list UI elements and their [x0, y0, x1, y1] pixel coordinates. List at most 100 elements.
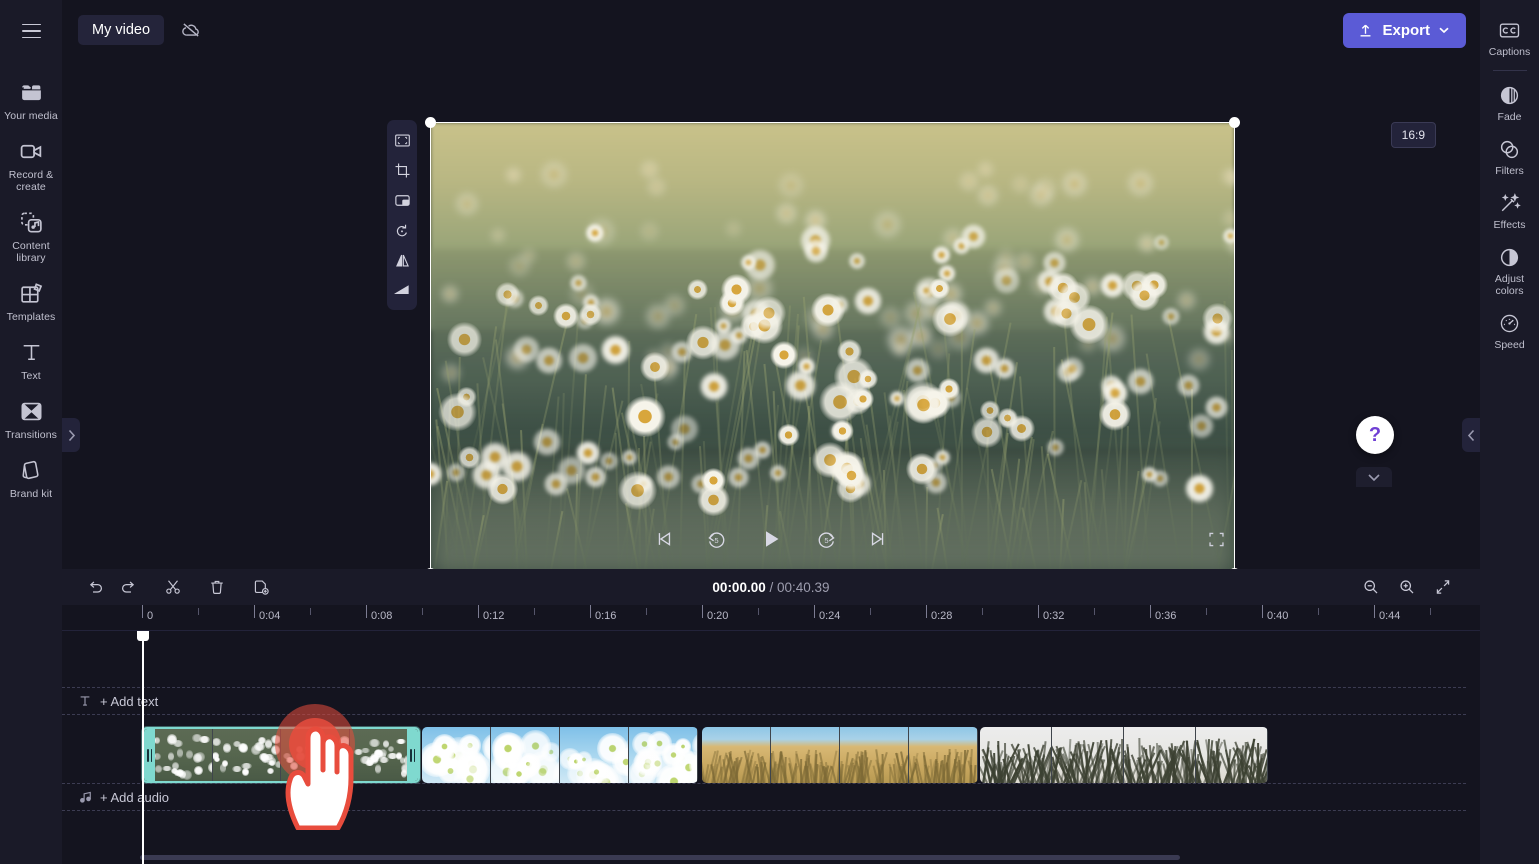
fullscreen-icon[interactable] [1200, 523, 1232, 555]
help-button[interactable]: ? [1356, 416, 1394, 454]
sidebar-item-captions[interactable]: Captions [1480, 10, 1539, 64]
ruler-label: 0:04 [254, 610, 280, 622]
svg-text:5: 5 [714, 535, 718, 544]
sidebar-item-record-create[interactable]: Record & create [0, 129, 62, 200]
left-panel-expand-button[interactable] [62, 418, 80, 452]
sidebar-item-label: Text [21, 370, 41, 382]
clip-thumbnail [213, 729, 282, 781]
fit-timeline-icon[interactable] [1428, 573, 1458, 601]
video-preview[interactable] [430, 122, 1235, 569]
project-name-field[interactable]: My video [78, 15, 164, 45]
crop-icon[interactable] [390, 158, 414, 182]
clip-thumbnail [281, 729, 350, 781]
sidebar-item-transitions[interactable]: Transitions [0, 389, 62, 448]
panel-collapse-button[interactable] [1356, 467, 1392, 487]
rewind-5s-icon[interactable]: 5 [700, 523, 732, 555]
left-sidebar: Your media Record & create Content libra… [0, 0, 62, 864]
music-note-icon [78, 790, 92, 804]
sidebar-item-adjust-colors[interactable]: Adjust colors [1480, 237, 1539, 303]
clip-trim-handle-left[interactable] [144, 729, 155, 781]
ruler-minor-tick [870, 608, 871, 615]
clip-trim-handle-right[interactable] [407, 729, 418, 781]
clip-thumbnail [560, 727, 629, 783]
sidebar-item-label: Speed [1494, 339, 1524, 351]
svg-text:5: 5 [824, 535, 828, 544]
clip-thumbnail [771, 727, 840, 783]
play-icon[interactable] [752, 520, 790, 558]
sidebar-item-your-media[interactable]: Your media [0, 70, 62, 129]
audio-track-row[interactable]: + Add audio [62, 783, 1466, 811]
fit-to-frame-icon[interactable] [390, 128, 414, 152]
clip-thumbnail [909, 727, 978, 783]
ruler-label: 0:32 [1038, 610, 1064, 622]
timeline-tracks: + Add text + Add audio [62, 631, 1480, 864]
clip-daisies[interactable] [142, 727, 420, 783]
resize-handle-top-left[interactable] [425, 117, 436, 128]
upload-icon [1357, 22, 1374, 39]
timeline-horizontal-scrollbar[interactable] [140, 855, 1180, 860]
current-time: 00:00.00 [712, 580, 765, 595]
sidebar-item-text[interactable]: Text [0, 330, 62, 389]
zoom-in-icon[interactable] [1392, 573, 1422, 601]
sidebar-item-brand-kit[interactable]: Brand kit [0, 448, 62, 507]
top-toolbar: My video Export [62, 0, 1480, 60]
export-button[interactable]: Export [1343, 13, 1466, 48]
right-panel-collapse-button[interactable] [1462, 418, 1480, 452]
chevron-down-icon [1438, 24, 1450, 36]
clip-grass[interactable] [980, 727, 1268, 783]
sidebar-item-effects[interactable]: Effects [1480, 183, 1539, 237]
ruler-label: 0:28 [926, 610, 952, 622]
clip-thumbnail [1052, 727, 1124, 783]
ruler-minor-tick [1318, 608, 1319, 615]
clip-thumbnail [840, 727, 909, 783]
video-frame-content [430, 122, 1235, 569]
clip-thumbnail [1124, 727, 1196, 783]
split-scissors-icon[interactable] [158, 573, 188, 601]
sidebar-item-templates[interactable]: Templates [0, 271, 62, 330]
playhead-knob[interactable] [137, 631, 149, 641]
sidebar-item-content-library[interactable]: Content library [0, 200, 62, 271]
ruler-minor-tick [534, 608, 535, 615]
add-audio-label: + Add audio [100, 790, 169, 805]
right-sidebar: Captions Fade Filters Effects Adjust col… [1480, 0, 1539, 864]
ruler-label: 0 [142, 610, 153, 622]
zoom-out-icon[interactable] [1356, 573, 1386, 601]
flip-horizontal-icon[interactable] [390, 248, 414, 272]
clip-thumbnail [491, 727, 560, 783]
folder-icon [18, 79, 44, 105]
cloud-off-icon[interactable] [174, 14, 208, 46]
sidebar-item-label: Captions [1489, 46, 1530, 58]
clipchamp-editor: Your media Record & create Content libra… [0, 0, 1539, 864]
sidebar-item-speed[interactable]: Speed [1480, 303, 1539, 357]
skip-to-end-icon[interactable] [862, 523, 894, 555]
clip-thumbnail [1196, 727, 1268, 783]
add-text-label: + Add text [100, 694, 158, 709]
hamburger-menu-icon[interactable] [14, 14, 48, 48]
undo-icon[interactable] [80, 573, 110, 601]
timeline-ruler[interactable]: 0 0:04 0:08 0:12 0:16 0:20 0:24 0:28 0:32 0:36 0:4… [62, 605, 1480, 631]
playhead[interactable] [142, 631, 144, 864]
skip-to-start-icon[interactable] [648, 523, 680, 555]
trash-icon[interactable] [202, 573, 232, 601]
redo-icon[interactable] [114, 573, 144, 601]
text-icon [18, 339, 44, 365]
sidebar-item-filters[interactable]: Filters [1480, 129, 1539, 183]
picture-in-picture-icon[interactable] [390, 188, 414, 212]
text-track-row[interactable]: + Add text [62, 687, 1466, 715]
clip-blossoms[interactable] [422, 727, 698, 783]
ruler-label: 0:20 [702, 610, 728, 622]
sidebar-item-label: Filters [1495, 165, 1524, 177]
clip-wheat[interactable] [702, 727, 978, 783]
video-clip-lane [62, 727, 1480, 783]
resize-handle-top-right[interactable] [1229, 117, 1240, 128]
aspect-ratio-badge[interactable]: 16:9 [1391, 122, 1436, 148]
forward-5s-icon[interactable]: 5 [810, 523, 842, 555]
ruler-minor-tick [198, 608, 199, 615]
clip-thumbnail [422, 727, 491, 783]
skew-icon[interactable] [390, 278, 414, 302]
sidebar-item-fade[interactable]: Fade [1480, 75, 1539, 129]
duplicate-icon[interactable] [246, 573, 276, 601]
sidebar-item-label: Brand kit [10, 488, 52, 500]
time-separator: / [769, 580, 773, 595]
rotate-icon[interactable] [390, 218, 414, 242]
